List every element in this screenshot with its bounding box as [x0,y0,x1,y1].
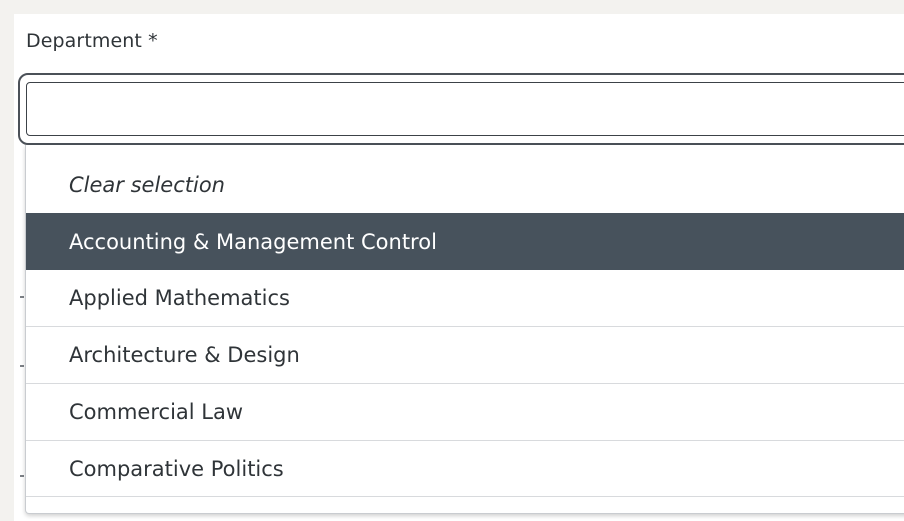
background-mark [20,475,24,477]
dropdown-option-applied-mathematics[interactable]: Applied Mathematics [26,270,904,327]
dropdown-option-commercial-law[interactable]: Commercial Law [26,384,904,441]
dropdown-option-architecture-design[interactable]: Architecture & Design [26,327,904,384]
department-dropdown: Clear selection Accounting & Management … [25,145,904,514]
background-mark [20,365,24,367]
department-search-input[interactable] [26,82,904,136]
dropdown-option-accounting[interactable]: Accounting & Management Control [26,213,904,270]
clear-selection-option[interactable]: Clear selection [26,157,904,213]
dropdown-option-comparative-politics[interactable]: Comparative Politics [26,441,904,497]
department-label: Department * [26,30,158,52]
background-mark [20,296,24,298]
